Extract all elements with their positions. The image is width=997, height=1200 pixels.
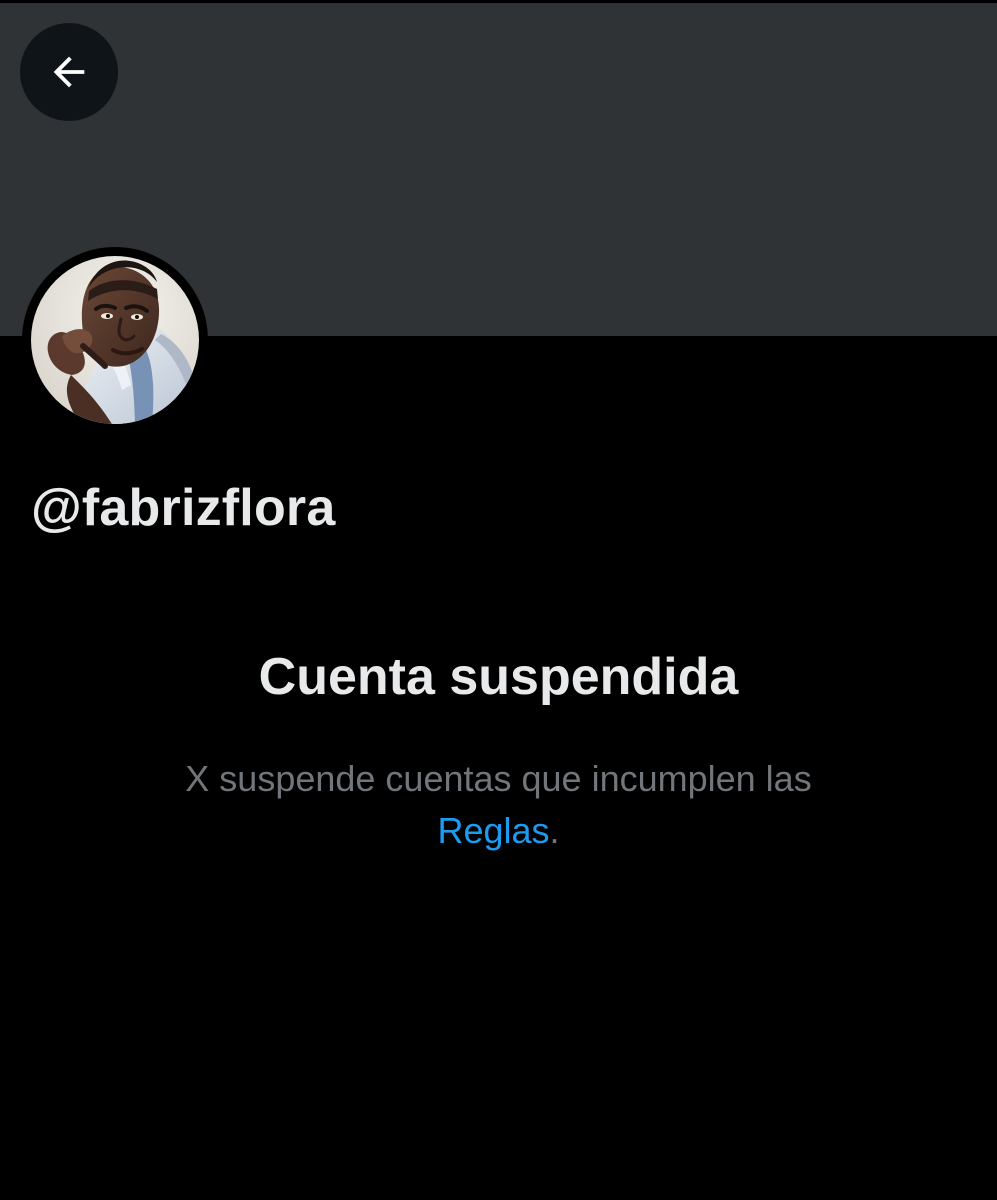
rules-link[interactable]: Reglas: [437, 810, 549, 851]
avatar-ring: [22, 247, 208, 433]
suspension-title: Cuenta suspendida: [258, 648, 739, 706]
profile-handle: @fabrizflora: [31, 479, 336, 537]
suspension-message-text: X suspende cuentas que incumplen las: [185, 758, 812, 799]
top-edge-divider: [0, 0, 997, 3]
back-button[interactable]: [20, 23, 118, 121]
profile-page: @fabrizflora Cuenta suspendida X suspend…: [0, 0, 997, 1200]
avatar[interactable]: [31, 256, 199, 424]
period-text: .: [549, 810, 560, 851]
suspension-rules-line: Reglas.: [120, 805, 877, 857]
arrow-left-icon: [46, 49, 92, 95]
suspension-message: X suspende cuentas que incumplen las Reg…: [120, 753, 877, 857]
